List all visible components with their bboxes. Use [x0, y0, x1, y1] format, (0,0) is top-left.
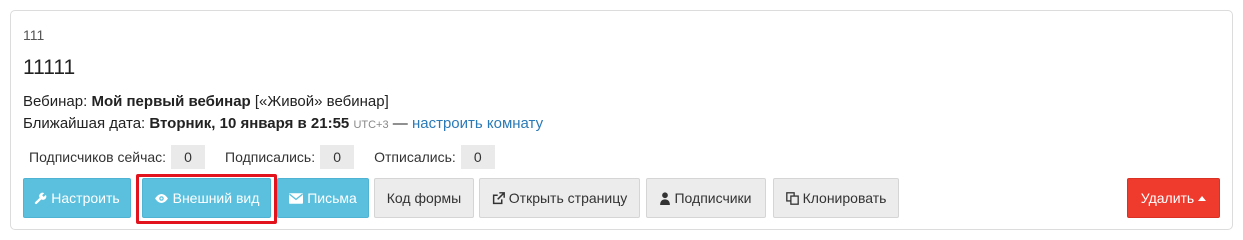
envelope-icon [289, 192, 304, 204]
webinar-id: 111 [23, 27, 45, 43]
stat-subscribed-value: 0 [320, 145, 355, 169]
stat-current-value: 0 [171, 145, 206, 169]
stat-unsubscribed-value: 0 [460, 145, 495, 169]
date-value: Вторник, 10 января в 21:55 [149, 115, 350, 132]
stat-current-label: Подписчиков сейчас: [29, 149, 167, 165]
copy-icon [785, 191, 799, 205]
delete-button[interactable]: Удалить [1127, 178, 1220, 218]
open-page-button[interactable]: Открыть страницу [479, 178, 640, 218]
highlight-frame [136, 174, 277, 224]
webinar-name: Мой первый вебинар [91, 93, 251, 110]
open-page-label: Открыть страницу [508, 190, 628, 206]
date-label: Ближайшая дата: [23, 115, 150, 132]
webinar-label: Вебинар: [23, 93, 92, 110]
webinar-title: 11111 [23, 56, 76, 79]
configure-label: Настроить [51, 190, 120, 206]
clone-button[interactable]: Клонировать [773, 178, 899, 218]
timezone-label: UTC+3 [353, 119, 389, 131]
webinar-type: [«Живой» вебинар] [250, 93, 389, 110]
date-separator: — [388, 115, 412, 132]
delete-label: Удалить [1140, 190, 1195, 206]
setup-room-link[interactable]: настроить комнату [412, 115, 543, 132]
stat-unsubscribed-label: Отписались: [374, 149, 456, 165]
user-icon [660, 191, 671, 205]
webinar-info-line: Вебинар: Мой первый вебинар [«Живой» веб… [23, 93, 389, 110]
form-code-button[interactable]: Код формы [374, 178, 474, 218]
next-date-line: Ближайшая дата: Вторник, 10 января в 21:… [23, 115, 543, 132]
configure-button[interactable]: Настроить [23, 178, 131, 218]
subscribers-button[interactable]: Подписчики [646, 178, 766, 218]
wrench-icon [35, 192, 47, 204]
stat-subscribed-label: Подписались: [225, 149, 316, 165]
subscriber-stats: Подписчиков сейчас: 0 Подписались: 0 Отп… [23, 145, 509, 169]
letters-button[interactable]: Письма [277, 178, 369, 218]
subscribers-label: Подписчики [674, 190, 752, 206]
external-link-icon [492, 191, 505, 204]
letters-label: Письма [307, 190, 357, 206]
clone-label: Клонировать [802, 190, 887, 206]
webinar-card: 111 11111 Вебинар: Мой первый вебинар [«… [10, 10, 1233, 230]
form-code-label: Код формы [386, 190, 462, 206]
caret-up-icon [1198, 195, 1207, 201]
